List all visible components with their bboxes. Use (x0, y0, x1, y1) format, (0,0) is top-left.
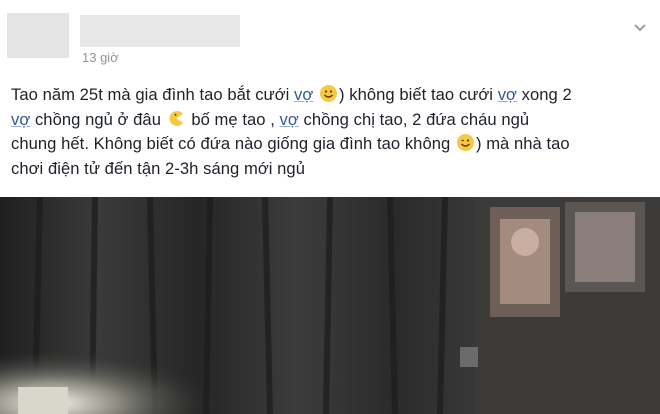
text-segment: Tao năm 25t mà gia đình tao bắt cưới (11, 85, 295, 104)
hashtag-link-vo[interactable]: vợ (294, 85, 313, 104)
post-timestamp[interactable]: 13 giờ (82, 50, 119, 65)
avatar[interactable] (7, 13, 69, 58)
hashtag-link-vo[interactable]: vợ (498, 85, 517, 104)
photo-dark-room (0, 197, 660, 414)
post-line-1: Tao năm 25t mà gia đình tao bắt cưới vợ … (11, 83, 656, 108)
post-line-2: vợ chồng ngủ ở đâu bố mẹ tao , vợ chồng … (11, 108, 656, 133)
text-segment: ) mà nhà tao (475, 134, 570, 153)
more-options-icon[interactable] (632, 21, 648, 35)
hashtag-link-vo[interactable]: vợ (280, 110, 299, 129)
text-segment: bố mẹ tao , (186, 109, 280, 129)
text-segment: xong 2 (516, 85, 572, 104)
text-segment: chồng chị tao, 2 đứa cháu ngủ (298, 109, 530, 129)
post-line-4: chơi điện tử đến tận 2-3h sáng mới ngủ (11, 157, 656, 182)
pacman-emoji-icon (168, 110, 185, 127)
post-text: Tao năm 25t mà gia đình tao bắt cưới vợ … (11, 83, 656, 181)
author-name-redacted[interactable] (80, 15, 240, 47)
wink-emoji-icon (456, 134, 474, 151)
post-line-3: chung hết. Không biết có đứa nào giống g… (11, 132, 656, 157)
facebook-post: 13 giờ Tao năm 25t mà gia đình tao bắt c… (0, 0, 660, 414)
smile-emoji-icon (320, 85, 337, 102)
hashtag-link-vo[interactable]: vợ (11, 110, 30, 129)
text-segment: chồng ngủ ở đâu (30, 109, 166, 129)
post-photo[interactable] (0, 197, 660, 414)
text-segment: ) không biết tao cưới (339, 85, 498, 104)
text-segment: chơi điện tử đến tận 2-3h sáng mới ngủ (11, 158, 305, 178)
text-segment: chung hết. Không biết có đứa nào giống g… (11, 134, 455, 153)
